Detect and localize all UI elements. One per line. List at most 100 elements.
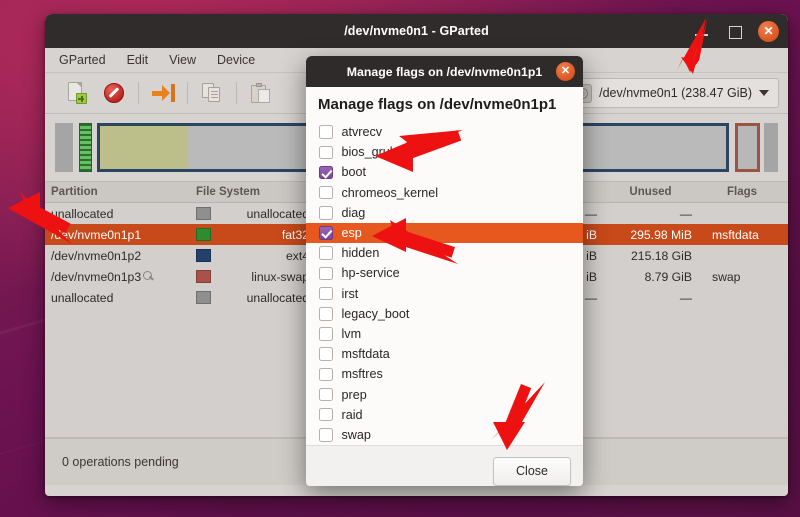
cell-unused: — — [679, 290, 692, 305]
apply-arrow-icon — [151, 84, 175, 102]
checkbox-swap[interactable] — [319, 428, 333, 442]
cell-unused: — — [679, 206, 692, 221]
partition-name: /dev/nvme0n1p2 — [51, 248, 142, 263]
flags-list: atvrecv bios_grubboot chromeos_kerneldiag e… — [306, 122, 583, 445]
filesystem-name: ext4 — [285, 248, 309, 263]
dialog-close-button[interactable]: ✕ — [556, 62, 575, 81]
dialog-titlebar: Manage flags on /dev/nvme0n1p1 ✕ — [306, 56, 583, 87]
checkbox-hp-service[interactable] — [319, 266, 333, 281]
flag-row-prep[interactable]: prep — [317, 384, 580, 404]
maximize-button[interactable] — [725, 21, 745, 41]
filesystem-color-swatch — [196, 291, 211, 304]
flag-row-raid[interactable]: raid — [317, 405, 580, 425]
flag-row-diag[interactable]: diag — [317, 203, 580, 223]
dialog-footer: Close — [306, 445, 583, 486]
magnifier-icon — [143, 271, 154, 282]
paste-icon — [251, 82, 271, 104]
status-text: 0 operations pending — [62, 455, 179, 469]
flag-label: prep — [341, 387, 367, 402]
column-header-unused[interactable]: Unused — [603, 186, 698, 198]
flag-label: irst — [341, 286, 359, 301]
flag-label: raid — [341, 407, 363, 422]
partition-name: /dev/nvme0n1p1 — [51, 227, 142, 242]
filesystem-color-swatch — [196, 270, 211, 283]
column-header-flags[interactable]: Flags — [698, 186, 786, 198]
flag-label: legacy_boot — [341, 306, 410, 321]
checkbox-msftdata[interactable] — [319, 347, 333, 361]
cell-file-system: unallocated — [190, 207, 315, 221]
checkbox-chromeos_kernel[interactable] — [319, 185, 333, 200]
flag-label: boot — [341, 165, 367, 180]
close-icon: ✕ — [560, 65, 571, 77]
partition-name: /dev/nvme0n1p3 — [51, 269, 142, 284]
cell-unused: 295.98 MiB — [630, 227, 692, 242]
disk-segment-fat32[interactable] — [79, 123, 92, 172]
flag-row-esp[interactable]: esp — [306, 222, 583, 244]
device-selector-dropdown[interactable]: /dev/nvme0n1 (238.47 GiB) — [566, 78, 779, 108]
delete-icon — [104, 83, 124, 103]
flag-label: swap — [341, 427, 371, 442]
disk-segment-swap[interactable] — [735, 123, 760, 172]
cell-partition: /dev/nvme0n1p1 — [45, 228, 190, 242]
apply-operations-button[interactable] — [144, 76, 182, 110]
flag-label: hp-service — [341, 266, 400, 281]
flag-row-legacy_boot[interactable]: legacy_boot — [317, 304, 580, 324]
flag-row-hp-service[interactable]: hp-service — [317, 263, 580, 283]
filesystem-color-swatch — [196, 249, 211, 262]
flag-label: diag — [341, 205, 366, 220]
checkbox-atvrecv[interactable] — [319, 125, 333, 139]
new-document-icon — [67, 82, 87, 104]
checkbox-hidden[interactable] — [319, 246, 333, 260]
checkbox-boot[interactable] — [319, 165, 333, 180]
dialog-heading: Manage flags on /dev/nvme0n1p1 — [318, 96, 557, 113]
flag-row-hidden[interactable]: hidden — [317, 243, 580, 263]
checkbox-diag[interactable] — [319, 206, 333, 220]
flag-label: atvrecv — [341, 125, 383, 140]
cell-partition: unallocated — [45, 291, 190, 305]
flag-row-msftdata[interactable]: msftdata — [317, 344, 580, 364]
menu-device[interactable]: Device — [217, 53, 255, 67]
close-window-button[interactable]: ✕ — [758, 20, 779, 42]
checkbox-esp[interactable] — [319, 226, 333, 240]
minimize-button[interactable] — [692, 21, 712, 41]
paste-button[interactable] — [242, 76, 280, 110]
toolbar-separator-2 — [187, 82, 188, 104]
flag-label: lvm — [341, 326, 362, 341]
gparted-window: /dev/nvme0n1 - GParted ✕ GParted Edit Vi… — [45, 14, 788, 496]
checkbox-irst[interactable] — [319, 286, 333, 301]
chevron-down-icon — [759, 90, 769, 96]
checkbox-msftres[interactable] — [319, 367, 333, 382]
menu-edit[interactable]: Edit — [127, 53, 149, 67]
checkbox-legacy_boot[interactable] — [319, 307, 333, 321]
checkbox-lvm[interactable] — [319, 327, 333, 341]
flag-row-msftres[interactable]: msftres — [317, 364, 580, 384]
flag-row-swap[interactable]: swap — [317, 425, 580, 445]
cell-partition: /dev/nvme0n1p2 — [45, 249, 190, 263]
filesystem-name: unallocated — [246, 206, 309, 221]
filesystem-name: linux-swap — [251, 269, 309, 284]
partition-name: unallocated — [51, 290, 114, 305]
checkbox-raid[interactable] — [319, 407, 333, 422]
flag-label: hidden — [341, 246, 380, 261]
flag-row-chromeos_kernel[interactable]: chromeos_kernel — [317, 183, 580, 203]
menu-view[interactable]: View — [169, 53, 196, 67]
flag-row-bios_grub[interactable]: bios_grub — [317, 142, 580, 162]
column-header-partition[interactable]: Partition — [45, 186, 190, 198]
checkbox-bios_grub[interactable] — [319, 145, 333, 160]
flag-label: msftres — [341, 367, 383, 382]
delete-partition-button[interactable] — [95, 76, 133, 110]
menu-gparted[interactable]: GParted — [59, 53, 106, 67]
flag-row-lvm[interactable]: lvm — [317, 324, 580, 344]
manage-flags-dialog: Manage flags on /dev/nvme0n1p1 ✕ Manage … — [306, 56, 583, 486]
close-button[interactable]: Close — [493, 456, 571, 486]
flag-row-atvrecv[interactable]: atvrecv — [317, 122, 580, 142]
cell-unused: 215.18 GiB — [631, 248, 692, 263]
checkbox-prep[interactable] — [319, 387, 333, 402]
flag-row-irst[interactable]: irst — [317, 284, 580, 304]
column-header-file-system[interactable]: File System — [190, 186, 315, 198]
cell-file-system: linux-swap — [190, 270, 315, 284]
copy-button[interactable] — [193, 76, 231, 110]
flag-row-boot[interactable]: boot — [317, 162, 580, 182]
new-partition-button[interactable] — [57, 76, 95, 110]
copy-icon — [202, 83, 222, 103]
